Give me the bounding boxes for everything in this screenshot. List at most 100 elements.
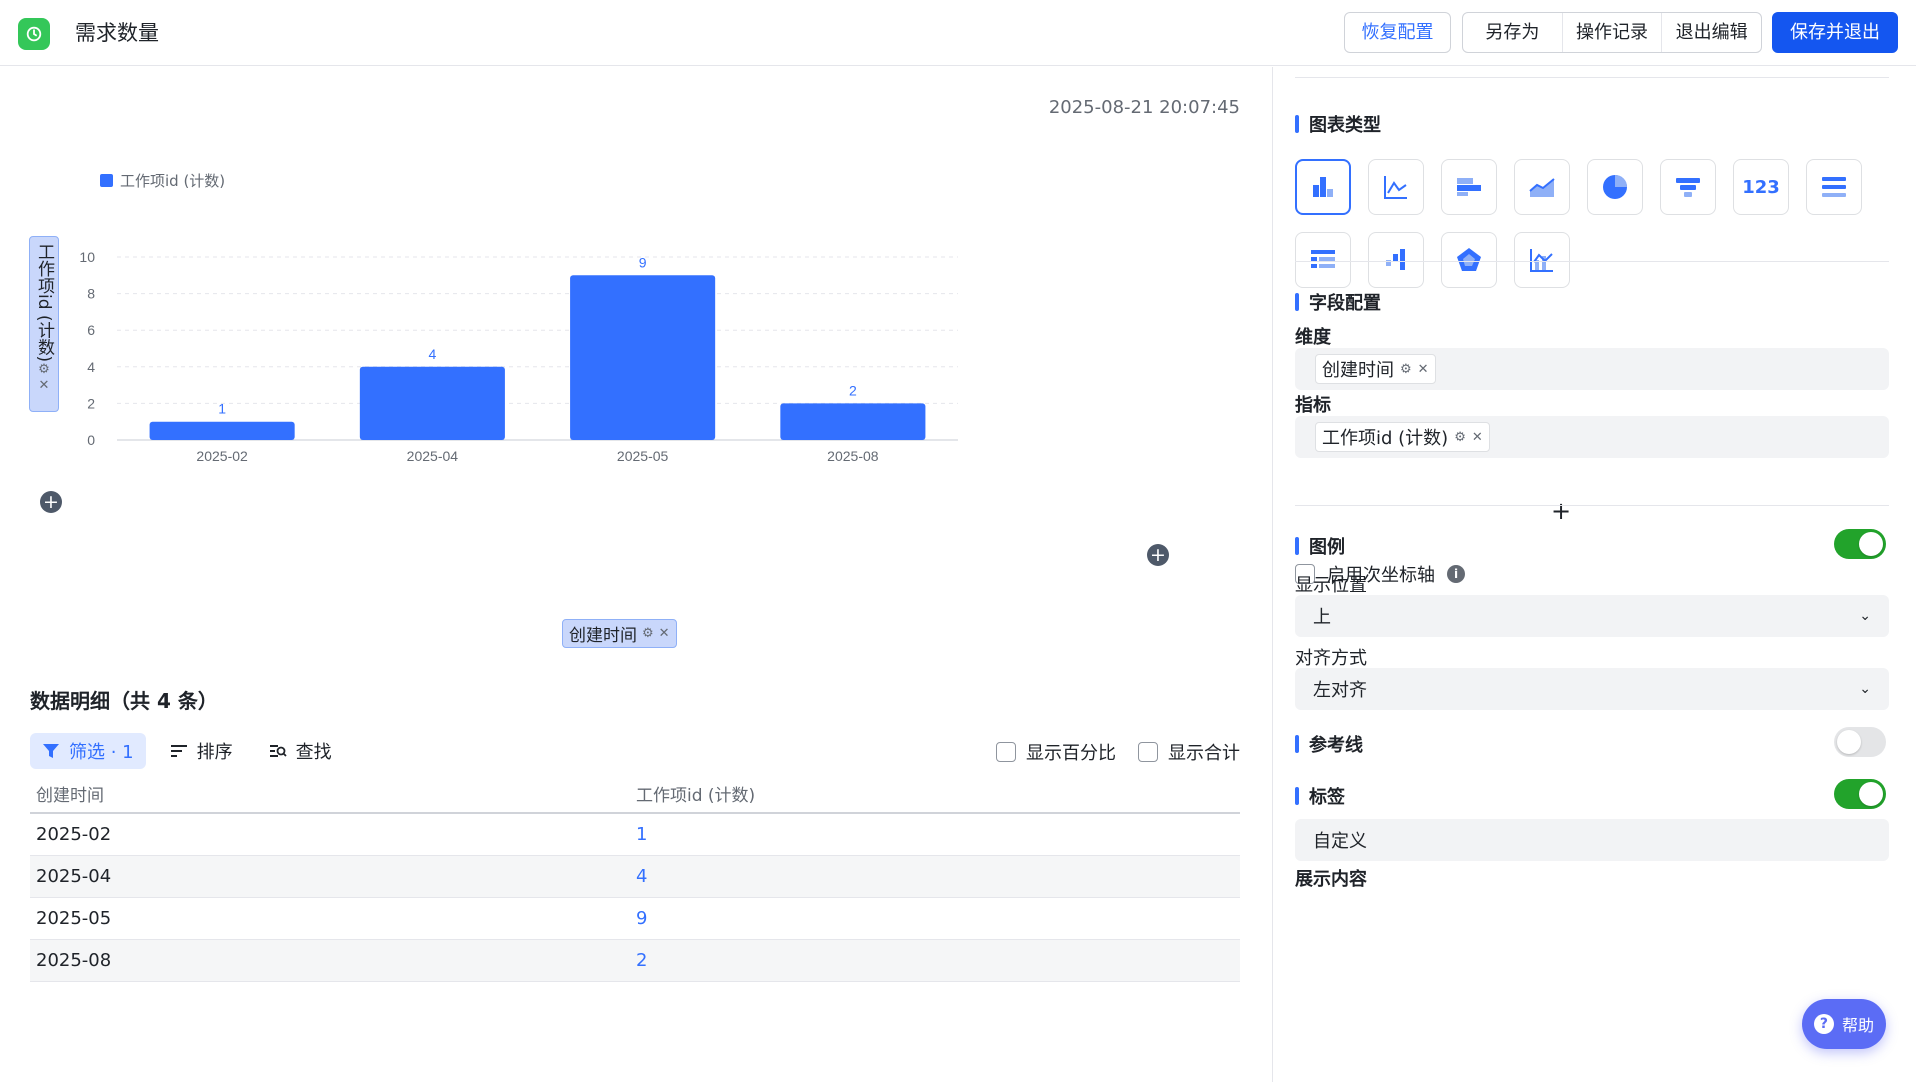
show-total-label: 显示合计 [1168,743,1240,764]
question-icon: ? [1813,1014,1834,1034]
save-as-button[interactable]: 另存为 [1463,13,1563,52]
divider [1295,77,1889,78]
help-button[interactable]: ? 帮助 [1802,999,1886,1049]
help-label: 帮助 [1841,1016,1874,1035]
metric-chip[interactable]: 工作项id (计数) ⚙ ✕ [1315,422,1490,452]
sort-button[interactable]: 排序 [158,733,245,769]
align-select[interactable]: 左对齐 ⌄ [1295,668,1889,710]
metric-label: 指标 [1295,395,1331,416]
history-button[interactable]: 操作记录 [1563,13,1663,52]
y-axis-field-label: 工作项id (计数) [34,243,54,363]
labels-title: 标签 [1295,783,1345,809]
show-percent-label: 显示百分比 [1026,743,1116,764]
close-icon[interactable]: ✕ [1472,430,1483,445]
dimension-well[interactable]: 创建时间 ⚙ ✕ [1295,348,1889,390]
table-row: 2025-02 1 [30,814,1240,856]
add-x-field-button[interactable]: + [1147,544,1169,566]
main-panel: 2025-08-21 20:07:45 工作项id (计数) 0 2 4 6 8 10 1 2… [0,67,1272,1082]
horizontal-bar-icon[interactable] [1441,159,1497,215]
x-tick-label: 2025-04 [407,448,459,464]
position-label: 显示位置 [1295,575,1367,596]
combo-chart-icon[interactable] [1514,232,1570,288]
table-icon[interactable] [1295,232,1351,288]
dimension-chip[interactable]: 创建时间 ⚙ ✕ [1315,354,1436,384]
field-config-title: 字段配置 [1295,289,1381,315]
radar-icon[interactable] [1441,232,1497,288]
restore-config-button[interactable]: 恢复配置 [1344,12,1451,53]
waterfall-icon[interactable] [1368,232,1424,288]
area-chart-icon[interactable] [1514,159,1570,215]
metric-well[interactable]: 工作项id (计数) ⚙ ✕ [1295,416,1889,458]
legend-toggle[interactable] [1834,529,1886,559]
bar-chart-icon[interactable] [1295,159,1351,215]
refline-title: 参考线 [1295,731,1363,757]
divider [1295,505,1889,506]
table-cell: 2025-05 [36,908,112,929]
close-icon[interactable]: ✕ [1418,362,1429,377]
show-total-checkbox[interactable]: 显示合计 [1138,739,1240,765]
gear-icon[interactable]: ⚙ [38,362,50,378]
filter-icon [43,744,59,758]
table-row: 2025-04 4 [30,856,1240,898]
table-cell[interactable]: 9 [636,908,1240,929]
gear-icon[interactable]: ⚙ [642,626,654,641]
x-axis-field-pill[interactable]: 创建时间 ⚙ ✕ [562,619,677,648]
dimension-chip-label: 创建时间 [1322,360,1394,381]
chevron-down-icon: ⌄ [1859,608,1871,624]
action-button-group: 另存为 操作记录 退出编辑 [1462,12,1762,53]
bar[interactable] [359,366,505,440]
align-select-value: 左对齐 [1313,680,1367,701]
position-select[interactable]: 上 ⌄ [1295,595,1889,637]
y-tick-label: 6 [87,322,95,338]
top-bar: 需求数量 恢复配置 另存为 操作记录 退出编辑 保存并退出 [0,0,1916,66]
y-axis-field-pill[interactable]: 工作项id (计数) ⚙ ✕ [29,236,59,412]
exit-edit-button[interactable]: 退出编辑 [1662,13,1761,52]
crosshair-cursor-icon: + [1551,497,1572,525]
data-label: 2 [849,382,857,398]
checkbox-box[interactable] [1138,742,1158,762]
chevron-down-icon: ⌄ [1859,681,1871,697]
close-icon[interactable]: ✕ [39,378,50,394]
bar[interactable] [149,421,295,440]
funnel-icon[interactable] [1660,159,1716,215]
list-icon[interactable] [1806,159,1862,215]
checkbox-box[interactable] [996,742,1016,762]
find-label: 查找 [295,742,332,763]
table-row: 2025-08 2 [30,940,1240,982]
find-button[interactable]: 查找 [257,733,344,769]
column-header[interactable]: 创建时间 [30,781,636,806]
refline-toggle[interactable] [1834,727,1886,757]
data-label: 4 [428,346,436,362]
show-percent-checkbox[interactable]: 显示百分比 [996,739,1116,765]
metric-chip-label: 工作项id (计数) [1322,428,1449,449]
table-cell: 2025-02 [36,824,112,845]
labels-toggle[interactable] [1834,779,1886,809]
bar[interactable] [780,403,926,440]
data-label: 1 [218,401,226,417]
sort-label: 排序 [196,742,233,763]
add-y-field-button[interactable]: + [40,491,62,513]
bar[interactable] [570,275,716,440]
pie-chart-icon[interactable] [1587,159,1643,215]
table-cell[interactable]: 4 [636,866,1240,887]
info-icon[interactable]: i [1447,565,1465,583]
page-title: 需求数量 [75,21,159,45]
label-mode-select[interactable]: 自定义 [1295,819,1889,861]
y-tick-label: 2 [87,395,95,411]
toggle-knob [1837,730,1861,754]
number-card-icon[interactable]: 123 [1733,159,1789,215]
gear-icon[interactable]: ⚙ [1454,430,1466,445]
line-chart-icon[interactable] [1368,159,1424,215]
chart-area: 工作项id (计数) 0 2 4 6 8 10 1 2025-02 4 2025-04 9 2025-… [0,147,1272,567]
table-cell[interactable]: 2 [636,950,1240,971]
toggle-knob [1859,782,1883,806]
x-axis-field-label: 创建时间 [569,626,637,646]
filter-button[interactable]: 筛选 · 1 [30,733,146,769]
x-tick-label: 2025-02 [196,448,248,464]
save-and-exit-button[interactable]: 保存并退出 [1772,12,1898,53]
timestamp: 2025-08-21 20:07:45 [1048,97,1240,118]
table-cell[interactable]: 1 [636,824,1240,845]
gear-icon[interactable]: ⚙ [1400,362,1412,377]
close-icon[interactable]: ✕ [659,626,670,641]
column-header[interactable]: 工作项id (计数) [636,781,1240,806]
